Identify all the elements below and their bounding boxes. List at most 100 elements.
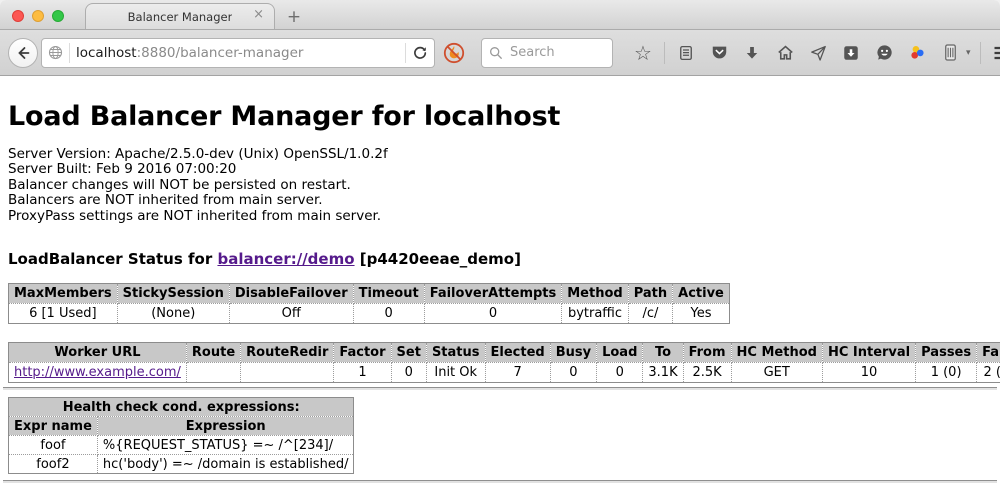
inherit-notice-line: Balancers are NOT inherited from main se… <box>8 193 1000 208</box>
hello-button[interactable] <box>872 41 896 65</box>
window-zoom-button[interactable] <box>52 10 64 22</box>
search-input[interactable] <box>508 44 593 61</box>
table-cell: %{REQUEST_STATUS} =~ /^[234]/ <box>97 436 354 455</box>
proxypass-notice-line: ProxyPass settings are NOT inherited fro… <box>8 209 1000 224</box>
table-cell: GET <box>731 363 822 383</box>
table-cell: Init Ok <box>426 363 485 383</box>
table-cell: 0 <box>597 363 643 383</box>
extension-dots-button[interactable] <box>905 41 929 65</box>
table-cell: 10 <box>822 363 915 383</box>
new-tab-button[interactable]: + <box>279 5 309 29</box>
tab-balancer-manager[interactable]: Balancer Manager × <box>85 3 275 29</box>
table-header-row: Worker URL Route RouteRedir Factor Set S… <box>9 343 1000 363</box>
health-table-title: Health check cond. expressions: <box>9 398 354 417</box>
table-cell: 0 <box>353 304 424 324</box>
column-header: Timeout <box>353 284 424 304</box>
download-button[interactable] <box>740 41 764 65</box>
traffic-lights <box>12 10 64 22</box>
window-minimize-button[interactable] <box>32 10 44 22</box>
bookmark-star-button[interactable]: ☆ <box>631 41 655 65</box>
table-cell: 1 (0) <box>916 363 977 383</box>
column-header: RouteRedir <box>241 343 334 363</box>
pocket-button[interactable] <box>707 41 731 65</box>
table-cell: 3.1K <box>643 363 683 383</box>
table-header-row: MaxMembers StickySession DisableFailover… <box>9 284 730 304</box>
table-row: 6 [1 Used] (None) Off 0 0 bytraffic /c/ … <box>9 304 730 324</box>
table-cell: 7 <box>485 363 550 383</box>
table-cell: hc('body') =~ /domain is established/ <box>97 455 354 474</box>
library-button[interactable] <box>674 41 698 65</box>
page-bottom-divider <box>3 480 997 483</box>
column-header: Factor <box>334 343 391 363</box>
column-header: Method <box>562 284 628 304</box>
downloads-panel-button[interactable] <box>839 41 863 65</box>
reload-icon[interactable] <box>412 45 428 61</box>
tab-title: Balancer Manager <box>128 10 233 24</box>
column-header: Expr name <box>9 417 98 436</box>
worker-url-link[interactable]: http://www.example.com/ <box>14 365 181 380</box>
smiley-icon <box>875 43 894 62</box>
status-prefix: LoadBalancer Status for <box>8 250 217 268</box>
search-bar[interactable] <box>481 38 613 68</box>
send-tab-button[interactable] <box>806 41 830 65</box>
table-cell: (None) <box>117 304 229 324</box>
column-header: DisableFailover <box>229 284 353 304</box>
tab-close-icon[interactable]: × <box>253 8 264 21</box>
table-cell: 6 [1 Used] <box>9 304 118 324</box>
table-cell: /c/ <box>628 304 672 324</box>
page-content: Load Balancer Manager for localhost Serv… <box>0 76 1000 491</box>
column-header: From <box>683 343 731 363</box>
balancer-demo-link[interactable]: balancer://demo <box>217 250 354 268</box>
home-button[interactable] <box>773 41 797 65</box>
table-cell: foof <box>9 436 98 455</box>
container-icon <box>942 43 959 62</box>
url-bar[interactable]: localhost:8880/balancer-manager <box>41 38 435 68</box>
column-header: Passes <box>916 343 977 363</box>
url-domain: localhost <box>76 45 137 61</box>
pocket-icon <box>710 43 729 62</box>
window-titlebar: Balancer Manager × + <box>0 0 1000 30</box>
column-header: Route <box>186 343 240 363</box>
toolbar-icons: ☆ <box>631 41 1000 65</box>
persist-notice-line: Balancer changes will NOT be persisted o… <box>8 178 1000 193</box>
server-version-line: Server Version: Apache/2.5.0-dev (Unix) … <box>8 147 1000 162</box>
table-cell: 2 (0) <box>977 363 1000 383</box>
column-header: Status <box>426 343 485 363</box>
back-button[interactable] <box>8 38 38 68</box>
table-header-row: Expr name Expression <box>9 417 354 436</box>
health-check-table: Health check cond. expressions: Expr nam… <box>8 397 354 474</box>
site-identity-globe-icon[interactable] <box>48 45 63 60</box>
section-divider <box>3 387 997 390</box>
worker-status-table: Worker URL Route RouteRedir Factor Set S… <box>8 342 1000 383</box>
toolbar-divider <box>664 42 665 64</box>
library-icon <box>677 44 695 62</box>
column-header: To <box>643 343 683 363</box>
column-header: MaxMembers <box>9 284 118 304</box>
table-cell: 1 <box>334 363 391 383</box>
status-suffix: [p4420eeae_demo] <box>355 250 521 268</box>
url-bar-divider <box>69 43 70 63</box>
table-cell: 0 <box>391 363 426 383</box>
url-path: :8880/balancer-manager <box>137 45 304 61</box>
column-header: Expression <box>97 417 354 436</box>
navigation-toolbar: localhost:8880/balancer-manager ☆ <box>0 30 1000 76</box>
table-row: foof %{REQUEST_STATUS} =~ /^[234]/ <box>9 436 354 455</box>
url-text[interactable]: localhost:8880/balancer-manager <box>76 45 399 61</box>
table-cell: Off <box>229 304 353 324</box>
loadbalancer-status-heading: LoadBalancer Status for balancer://demo … <box>8 250 1000 268</box>
column-header: Path <box>628 284 672 304</box>
table-row: foof2 hc('body') =~ /domain is establish… <box>9 455 354 474</box>
column-header: Set <box>391 343 426 363</box>
table-cell <box>186 363 240 383</box>
browser-window: Balancer Manager × + localhost:8880/bala… <box>0 0 1000 491</box>
flash-blocked-icon[interactable] <box>441 40 467 66</box>
column-header: FailoverAttempts <box>424 284 562 304</box>
home-icon <box>776 43 795 62</box>
chevron-down-icon[interactable]: ▾ <box>966 48 971 58</box>
window-close-button[interactable] <box>12 10 24 22</box>
containers-button[interactable] <box>938 41 962 65</box>
column-header: Busy <box>550 343 596 363</box>
table-cell: 0 <box>550 363 596 383</box>
menu-button[interactable] <box>990 41 1000 65</box>
server-built-line: Server Built: Feb 9 2016 07:00:20 <box>8 162 1000 177</box>
